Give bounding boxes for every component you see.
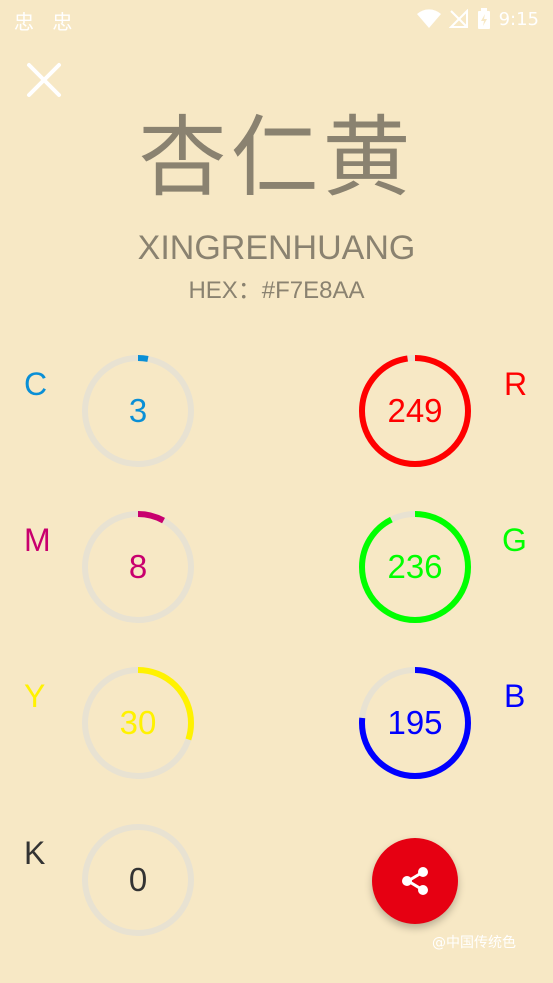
color-name-chinese: 杏仁黄 [138, 106, 415, 209]
gauge-blue: 195 [358, 666, 472, 780]
gauge-value-cyan: 3 [128, 392, 148, 429]
gauge-cyan: 3 [81, 354, 195, 468]
cmyk-label-c: C [24, 366, 48, 402]
rgb-label-r: R [504, 366, 528, 402]
color-hex-code: HEX：#F7E8AA [188, 277, 365, 304]
gauge-value-key: 0 [128, 861, 148, 898]
gauge-value-magenta: 8 [128, 548, 148, 585]
cmyk-label-m: M [24, 522, 51, 558]
color-name-pinyin: XINGRENHUANG [137, 229, 416, 267]
gauge-value-blue: 195 [387, 704, 443, 741]
watermark-text: @中国传统色 [432, 935, 516, 951]
gauge-value-red: 249 [387, 392, 443, 429]
close-icon [27, 63, 61, 97]
gauge-red: 249 [358, 354, 472, 468]
status-icons: 9:15 [416, 8, 539, 30]
status-bar: 忠 忠 9:15 [0, 0, 553, 40]
rgb-label-b: B [504, 678, 526, 714]
share-button[interactable] [372, 838, 458, 924]
cmyk-label-k: K [24, 835, 46, 871]
wifi-icon [416, 9, 441, 29]
close-button[interactable] [24, 60, 64, 100]
gauge-key: 0 [81, 823, 195, 937]
rgb-label-g: G [502, 522, 527, 558]
battery-charging-icon [477, 8, 491, 30]
gauge-magenta: 8 [81, 510, 195, 624]
notification-icons: 忠 忠 [14, 10, 79, 34]
gauge-yellow: 30 [81, 666, 195, 780]
gauge-value-green: 236 [387, 548, 443, 585]
cmyk-label-y: Y [24, 678, 46, 714]
gauge-green: 236 [358, 510, 472, 624]
share-icon [402, 867, 428, 895]
no-signal-icon [448, 9, 469, 29]
clock-time: 9:15 [498, 8, 539, 30]
gauge-value-yellow: 30 [119, 704, 157, 741]
